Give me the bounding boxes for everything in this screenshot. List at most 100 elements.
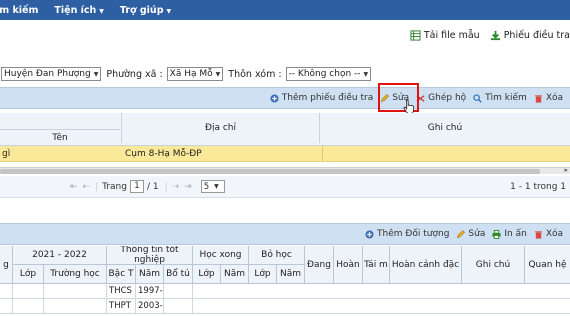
address-column-header[interactable]: Địa chỉ [121, 113, 319, 143]
name-header-label: Tên [52, 133, 68, 143]
table-cell: 2003-2 [135, 299, 163, 314]
add-member-label: Thêm Đối tượng [377, 229, 450, 239]
column-group-header: Học xong [192, 246, 248, 265]
column-header[interactable]: Ghi chú [461, 246, 524, 284]
table-cell [43, 284, 106, 299]
arrow-right-icon[interactable]: ▸ [564, 166, 568, 174]
page-size-select[interactable]: 5 ▼ [200, 180, 225, 193]
download-form-link[interactable]: Phiếu điều tra [490, 30, 570, 41]
page-size-value: 5 [203, 181, 210, 192]
print-button[interactable]: In ấn [492, 229, 527, 239]
note-header-label: Ghi chú [427, 123, 463, 133]
menu-help[interactable]: Trợ giúp ▼ [120, 5, 171, 16]
delete-member-label: Xóa [545, 229, 563, 239]
hamlet-value: -- Không chọn -- [288, 69, 361, 79]
column-header[interactable]: Tái m [362, 246, 389, 284]
page-total: / 1 [146, 181, 159, 192]
row-note-cell [322, 146, 570, 162]
hamlet-select[interactable]: -- Không chọn -- ▼ [285, 67, 372, 81]
chevron-down-icon: ▼ [214, 183, 219, 190]
hamlet-label: Thôn xóm : [228, 68, 282, 80]
pagination-bar: ⇤ ⇠ | Trang 1 / 1 | ⇢ ⇥ 5 ▼ 1 - 1 trong 1 [0, 176, 570, 198]
add-survey-button[interactable]: Thêm phiếu điều tra [270, 93, 373, 103]
first-page-icon[interactable]: ⇤ [70, 182, 78, 192]
record-summary: 1 - 1 trong 1 [510, 181, 566, 192]
hand-cursor-icon [403, 99, 414, 114]
search-label: Tìm kiếm [485, 93, 527, 103]
menu-search-label: ìm kiếm [0, 4, 39, 16]
row-address-cell: Cụm 8-Hạ Mỗ-ĐP [125, 149, 202, 159]
column-header[interactable]: Hoàn [333, 246, 362, 284]
download-form-label: Phiếu điều tra [503, 29, 570, 41]
menu-utilities-label: Tiện ích [54, 4, 97, 16]
column-group-header: Thông tin tốt nghiệp [106, 246, 192, 265]
trash-icon [534, 94, 542, 103]
search-button[interactable]: Tìm kiếm [473, 93, 527, 103]
delete-button[interactable]: Xóa [534, 93, 563, 103]
column-header[interactable]: Lớp [248, 265, 276, 284]
separator: | [164, 181, 168, 192]
table-cell [12, 299, 43, 314]
table-cell: 1997-1 [135, 284, 163, 299]
download-template-link[interactable]: Tải file mẫu [410, 30, 480, 41]
column-header[interactable]: Bổ tú [163, 265, 192, 284]
search-icon [473, 93, 482, 103]
menu-utilities[interactable]: Tiện ích ▼ [54, 5, 104, 16]
separator: | [95, 181, 99, 192]
print-label: In ấn [504, 229, 527, 239]
edit-member-label: Sửa [468, 229, 486, 239]
column-header[interactable]: Quan hệ [524, 246, 570, 284]
chevron-down-icon: ▼ [93, 70, 99, 78]
column-header[interactable]: Lớp [192, 265, 220, 284]
table-cell [163, 284, 192, 299]
table-cell [43, 299, 106, 314]
chevron-down-icon: ▼ [166, 7, 172, 15]
merge-household-button[interactable]: Ghép hộ [416, 93, 466, 103]
download-template-label: Tải file mẫu [423, 29, 480, 41]
column-header[interactable]: Năm [276, 265, 304, 284]
table-row[interactable]: gì Cụm 8-Hạ Mỗ-ĐP [0, 146, 570, 162]
next-page-icon[interactable]: ⇢ [172, 182, 180, 192]
page-label: Trang [102, 181, 127, 192]
column-header[interactable]: Năm [220, 265, 248, 284]
note-column-header[interactable]: Ghi chú [319, 113, 570, 143]
table-cell [12, 284, 43, 299]
top-menu-bar: ìm kiếm Tiện ích ▼ Trợ giúp ▼ [0, 0, 570, 20]
edit-member-button[interactable]: Sửa [456, 229, 485, 239]
column-header[interactable]: Hoàn cảnh đặc [389, 246, 461, 284]
column-header[interactable]: Năm [135, 265, 163, 284]
column-group-header: 2021 - 2022 [12, 246, 106, 265]
scrollbar-thumb[interactable] [0, 169, 540, 174]
chevron-down-icon: ▼ [363, 70, 369, 78]
column-header[interactable]: Bậc T [106, 265, 135, 284]
spreadsheet-icon [410, 29, 421, 41]
table-cell [192, 299, 570, 314]
table-cell [192, 284, 570, 299]
table-cell: THCS [106, 284, 135, 299]
trash-icon [534, 230, 542, 239]
commune-select[interactable]: Xã Hạ Mỗ ▼ [166, 67, 224, 81]
household-toolbar: Thêm phiếu điều tra Sửa Ghép hộ Tìm kiếm… [0, 87, 570, 109]
row-name-cell: gì [2, 149, 11, 159]
table-cell: THPT [106, 299, 135, 314]
name-column-header[interactable]: Tên [0, 113, 121, 146]
column-header[interactable]: Đang [304, 246, 333, 284]
page-number-input[interactable]: 1 [129, 180, 144, 193]
previous-page-icon[interactable]: ⇠ [83, 182, 91, 192]
commune-value: Xã Hạ Mỗ [169, 69, 213, 79]
table-cell [0, 299, 12, 314]
chevron-down-icon: ▼ [99, 7, 104, 15]
last-page-icon[interactable]: ⇥ [184, 182, 192, 192]
district-select[interactable]: Huyện Đan Phượng ▼ [1, 67, 102, 81]
column-header[interactable]: Lớp [12, 265, 43, 284]
address-header-label: Địa chỉ [204, 123, 236, 133]
menu-search[interactable]: ìm kiếm [0, 5, 38, 16]
horizontal-scrollbar[interactable]: ▸ [0, 166, 570, 174]
column-header[interactable]: g [0, 246, 12, 284]
plus-circle-icon [365, 229, 374, 239]
column-header[interactable]: Trường học [43, 265, 106, 284]
delete-member-button[interactable]: Xóa [534, 229, 563, 239]
table-cell [163, 299, 192, 314]
plus-circle-icon [270, 93, 279, 103]
add-member-button[interactable]: Thêm Đối tượng [365, 229, 449, 239]
